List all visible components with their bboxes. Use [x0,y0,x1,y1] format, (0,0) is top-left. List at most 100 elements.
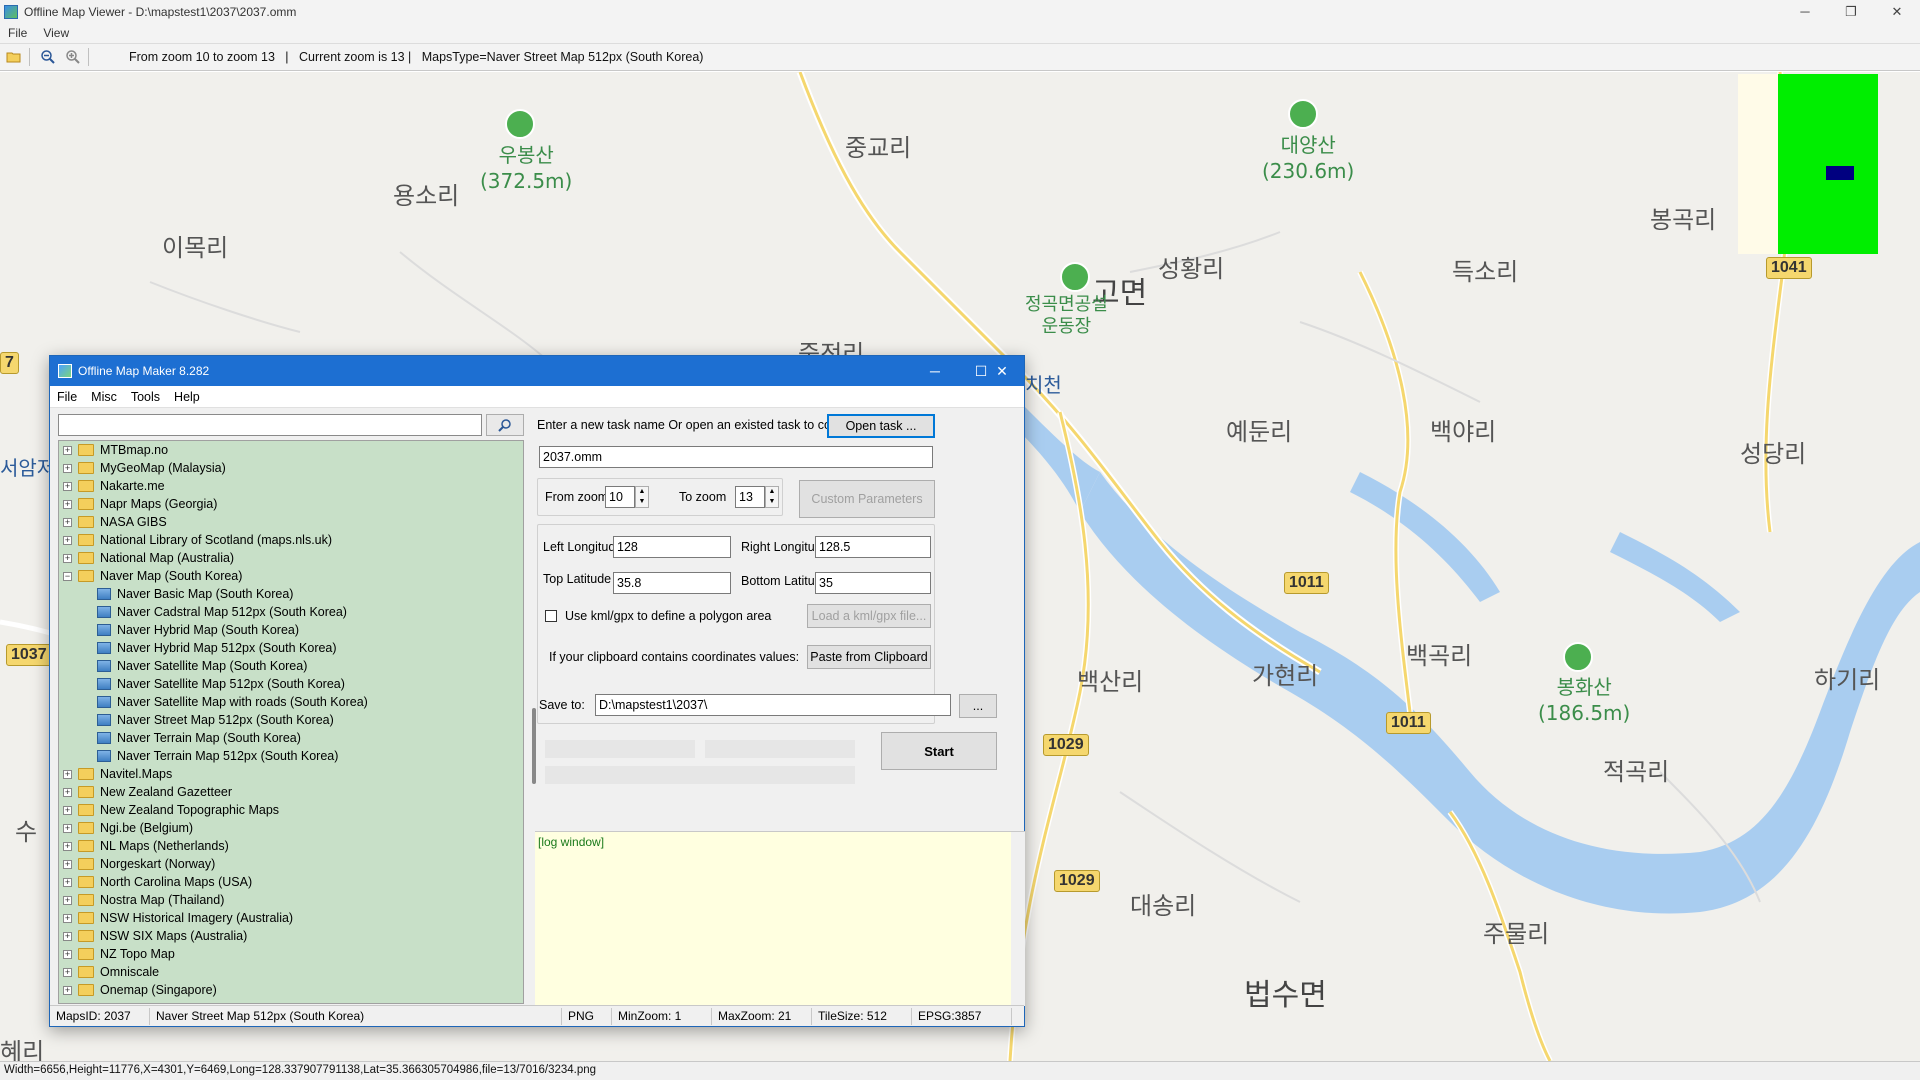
tree-folder-item[interactable]: + National Map (Australia) [59,549,523,567]
tree-item-label: Naver Cadstral Map 512px (South Korea) [117,605,347,619]
tree-folder-item[interactable]: + Norgeskart (Norway) [59,855,523,873]
expand-icon[interactable]: + [63,553,72,563]
paste-from-clipboard-button[interactable]: Paste from Clipboard [807,645,931,669]
tree-scrollbar[interactable] [532,708,536,784]
open-folder-icon[interactable] [3,46,25,68]
save-to-field[interactable] [595,694,951,716]
expand-icon[interactable]: + [63,967,72,977]
expand-icon[interactable]: + [63,805,72,815]
search-icon[interactable] [486,414,524,436]
browse-button[interactable]: ... [959,694,997,718]
bottom-latitude-field[interactable] [815,572,931,594]
tree-map-item[interactable]: Naver Cadstral Map 512px (South Korea) [59,603,523,621]
tree-item-label: Naver Hybrid Map (South Korea) [117,623,300,637]
tree-map-item[interactable]: Naver Satellite Map with roads (South Ko… [59,693,523,711]
zoom-out-icon[interactable] [37,46,59,68]
expand-icon[interactable]: + [63,787,72,797]
tree-map-item[interactable]: Naver Basic Map (South Korea) [59,585,523,603]
expand-icon[interactable]: + [63,931,72,941]
expand-icon[interactable]: + [63,859,72,869]
tree-folder-item[interactable]: + MTBmap.no [59,441,523,459]
zoom-in-icon[interactable] [62,46,84,68]
tree-folder-item[interactable]: + Onemap (Singapore) [59,981,523,999]
tree-folder-item[interactable]: + North Carolina Maps (USA) [59,873,523,891]
tree-folder-item[interactable]: + NASA GIBS [59,513,523,531]
tree-map-item[interactable]: Naver Hybrid Map 512px (South Korea) [59,639,523,657]
map-label-deuksori: 득소리 [1452,258,1519,286]
expand-icon[interactable]: + [63,517,72,527]
menu-file[interactable]: File [0,26,35,40]
tree-folder-item[interactable]: + NL Maps (Netherlands) [59,837,523,855]
tree-folder-item[interactable]: + NSW Historical Imagery (Australia) [59,909,523,927]
tree-map-item[interactable]: Naver Hybrid Map (South Korea) [59,621,523,639]
tree-map-item[interactable]: Naver Terrain Map (South Korea) [59,729,523,747]
tree-folder-item[interactable]: + NSW SIX Maps (Australia) [59,927,523,945]
tree-folder-item[interactable]: + Ngi.be (Belgium) [59,819,523,837]
expand-icon[interactable]: + [63,823,72,833]
tree-item-label: Naver Satellite Map 512px (South Korea) [117,677,345,691]
task-name-field[interactable] [539,446,933,468]
expand-icon[interactable]: + [63,481,72,491]
load-kml-button[interactable]: Load a kml/gpx file... [807,604,931,628]
expand-icon[interactable]: + [63,913,72,923]
from-zoom-spinner[interactable]: ▲ ▼ [635,486,649,508]
tree-folder-item[interactable]: − Naver Map (South Korea) [59,567,523,585]
tree-map-item[interactable]: Naver Satellite Map (South Korea) [59,657,523,675]
map-label-su: 수 [15,818,38,846]
expand-icon[interactable]: + [63,535,72,545]
start-button[interactable]: Start [881,732,997,770]
expand-icon[interactable]: + [63,463,72,473]
restore-button[interactable]: ❐ [1828,0,1874,23]
to-zoom-spinner[interactable]: ▲ ▼ [765,486,779,508]
tree-folder-item[interactable]: + Nostra Map (Thailand) [59,891,523,909]
map-label-imokri: 이목리 [162,234,229,262]
expand-icon[interactable]: + [63,445,72,455]
tree-folder-item[interactable]: + Napr Maps (Georgia) [59,495,523,513]
tree-map-item[interactable]: Naver Terrain Map 512px (South Korea) [59,747,523,765]
to-zoom-field[interactable] [735,486,765,508]
tree-folder-item[interactable]: + Nakarte.me [59,477,523,495]
tree-folder-item[interactable]: + Omniscale [59,963,523,981]
expand-icon[interactable]: + [63,949,72,959]
status-min-zoom: MinZoom: 1 [612,1007,712,1025]
map-source-tree[interactable]: + MTBmap.no + MyGeoMap (Malaysia) + Nakarte.m… [58,440,524,1004]
folder-icon [78,822,94,834]
tree-folder-item[interactable]: + National Library of Scotland (maps.nls.… [59,531,523,549]
map-search-input[interactable] [58,414,482,436]
minimap-viewport-marker[interactable] [1826,166,1854,180]
tree-folder-item[interactable]: + New Zealand Topographic Maps [59,801,523,819]
map-icon [97,624,111,636]
dialog-menu-file[interactable]: File [50,390,84,404]
dialog-close-button[interactable]: ✕ [980,356,1024,386]
expand-icon[interactable]: + [63,841,72,851]
tree-folder-item[interactable]: + MyGeoMap (Malaysia) [59,459,523,477]
log-scrollbar[interactable] [1011,832,1025,1006]
expand-icon[interactable]: + [63,877,72,887]
log-window[interactable]: [log window] [535,831,1025,1006]
custom-parameters-button[interactable]: Custom Parameters [799,480,935,518]
expand-icon[interactable]: + [63,769,72,779]
minimap[interactable] [1738,74,1878,254]
open-task-button[interactable]: Open task ... [827,414,935,438]
top-latitude-field[interactable] [613,572,731,594]
minimize-button[interactable]: ─ [1782,0,1828,23]
expand-icon[interactable]: + [63,895,72,905]
dialog-menu-help[interactable]: Help [167,390,207,404]
menu-view[interactable]: View [35,26,77,40]
right-longitude-field[interactable] [815,536,931,558]
dialog-menu-misc[interactable]: Misc [84,390,124,404]
expand-icon[interactable]: + [63,985,72,995]
tree-map-item[interactable]: Naver Street Map 512px (South Korea) [59,711,523,729]
dialog-menu-tools[interactable]: Tools [124,390,167,404]
close-button[interactable]: ✕ [1874,0,1920,23]
from-zoom-field[interactable] [605,486,635,508]
tree-folder-item[interactable]: + Navitel.Maps [59,765,523,783]
expand-icon[interactable]: + [63,499,72,509]
left-longitude-field[interactable] [613,536,731,558]
tree-folder-item[interactable]: + New Zealand Gazetteer [59,783,523,801]
tree-map-item[interactable]: Naver Satellite Map 512px (South Korea) [59,675,523,693]
use-kml-checkbox[interactable] [545,610,557,622]
dialog-minimize-button[interactable]: ─ [912,356,958,386]
collapse-icon[interactable]: − [63,571,72,581]
tree-folder-item[interactable]: + NZ Topo Map [59,945,523,963]
